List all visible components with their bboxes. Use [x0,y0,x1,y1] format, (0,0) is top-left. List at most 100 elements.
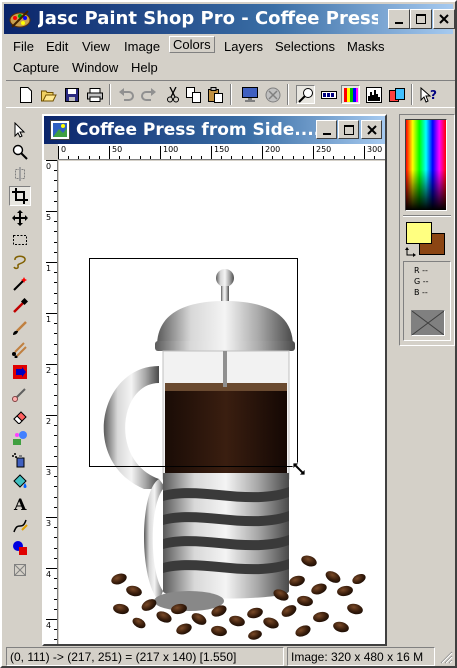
image-close-button[interactable] [361,120,382,139]
menu-capture[interactable]: Capture [13,60,59,75]
browse-icon [265,87,280,102]
eraser-tool[interactable] [9,406,31,426]
minimize-icon [395,22,403,24]
menu-colors[interactable]: Colors [169,36,215,53]
save-icon [64,87,79,102]
layer-palette-icon [388,87,405,102]
menu-layers[interactable]: Layers [224,39,263,54]
magic-wand-tool[interactable] [9,274,31,294]
close-button[interactable] [433,9,455,29]
browse-button[interactable] [263,85,282,104]
retouch-tool[interactable] [9,384,31,404]
text-tool[interactable]: A [9,494,31,514]
picture-tube-tool[interactable] [9,428,31,448]
print-icon [86,87,103,102]
eraser-icon [13,411,27,424]
color-palette-button[interactable] [341,85,360,104]
paste-button[interactable] [206,85,225,104]
image-window-title: Coffee Press from Side.... [76,120,321,140]
print-button[interactable] [85,85,104,104]
toolbar-toggle-button[interactable] [319,85,338,104]
vertical-ruler: 0 5 1 1 2 2 3 3 4 4 [44,160,58,644]
svg-text:?: ? [430,88,437,102]
image-window-title-bar[interactable]: Coffee Press from Side.... [44,116,385,144]
app-title: Jasc Paint Shop Pro - Coffee Press fr... [38,8,378,29]
airbrush-tool[interactable] [9,450,31,470]
maximize-button[interactable] [410,9,432,29]
new-button[interactable] [16,85,35,104]
draw-tool[interactable] [9,516,31,536]
copy-button[interactable] [184,85,203,104]
undo-button[interactable] [116,85,135,104]
redo-button[interactable] [139,85,158,104]
help-pointer-button[interactable]: ? [419,85,438,104]
ruler-corner [44,144,58,160]
no-style-swatch[interactable] [411,310,445,336]
ruler-h-label: 300 [367,145,383,154]
selection-tool[interactable] [9,230,31,250]
ruler-h-label: 0 [61,145,67,154]
paint-brush-tool[interactable] [9,318,31,338]
clone-brush-tool[interactable] [9,340,31,360]
maximize-icon [343,124,354,135]
full-screen-preview-button[interactable] [240,85,259,104]
no-color-icon [411,310,445,336]
menu-help[interactable]: Help [131,60,158,75]
zoom-overview-button[interactable] [296,85,315,104]
menu-masks[interactable]: Masks [347,39,385,54]
flood-fill-tool[interactable] [9,472,31,492]
deformation-icon [15,167,25,181]
arrow-icon [14,122,26,138]
ruler-v-label: 3 [46,468,52,477]
save-button[interactable] [62,85,81,104]
menu-file[interactable]: File [13,39,34,54]
picture-tube-icon [13,431,27,445]
full-screen-preview-icon [241,87,258,102]
image-document-icon[interactable] [50,120,70,140]
foreground-color-swatch[interactable] [406,222,432,244]
magic-wand-icon [13,277,27,291]
open-button[interactable] [39,85,58,104]
color-replacer-tool[interactable] [9,362,31,382]
preset-shapes-tool[interactable] [9,538,31,558]
color-spectrum[interactable] [405,119,447,211]
resize-grip-icon[interactable] [439,650,453,664]
horizontal-ruler: 0 50 100 150 200 250 300 [58,144,385,160]
menu-image[interactable]: Image [124,39,160,54]
mover-tool[interactable] [9,208,31,228]
image-canvas[interactable] [59,161,385,644]
minimize-button[interactable] [388,9,410,29]
cut-button[interactable] [163,85,182,104]
ruler-v-label: 0 [46,162,52,171]
image-minimize-button[interactable] [316,120,337,139]
menu-view[interactable]: View [82,39,110,54]
title-bar[interactable]: Jasc Paint Shop Pro - Coffee Press fr... [4,4,455,34]
color-swatches[interactable] [404,221,448,259]
image-maximize-button[interactable] [338,120,359,139]
ruler-h-label: 200 [265,145,281,154]
ruler-v-label: 1 [46,264,52,273]
layer-palette-button[interactable] [387,85,406,104]
menu-selections[interactable]: Selections [275,39,335,54]
zoom-tool[interactable] [9,142,31,162]
freehand-selection-tool[interactable] [9,252,31,272]
swap-colors-icon[interactable] [405,247,417,257]
menu-edit[interactable]: Edit [46,39,68,54]
help-pointer-icon: ? [420,86,437,103]
menu-window[interactable]: Window [72,60,118,75]
arrow-tool[interactable] [9,120,31,140]
redo-icon [140,87,156,101]
image-window: Coffee Press from Side.... 0 50 100 150 … [42,114,387,646]
ruler-v-label: 5 [46,213,52,222]
ruler-h-label: 150 [214,145,230,154]
color-palette-icon [343,87,358,102]
histogram-button[interactable] [364,85,383,104]
paint-shop-pro-icon[interactable] [9,9,31,29]
dropper-tool[interactable] [9,296,31,316]
deformation-tool[interactable] [9,164,31,184]
object-selector-tool[interactable] [9,560,31,580]
ruler-v-label: 4 [46,570,52,579]
close-icon [439,14,449,24]
crop-tool[interactable] [9,186,31,206]
text-icon: A [13,496,27,512]
